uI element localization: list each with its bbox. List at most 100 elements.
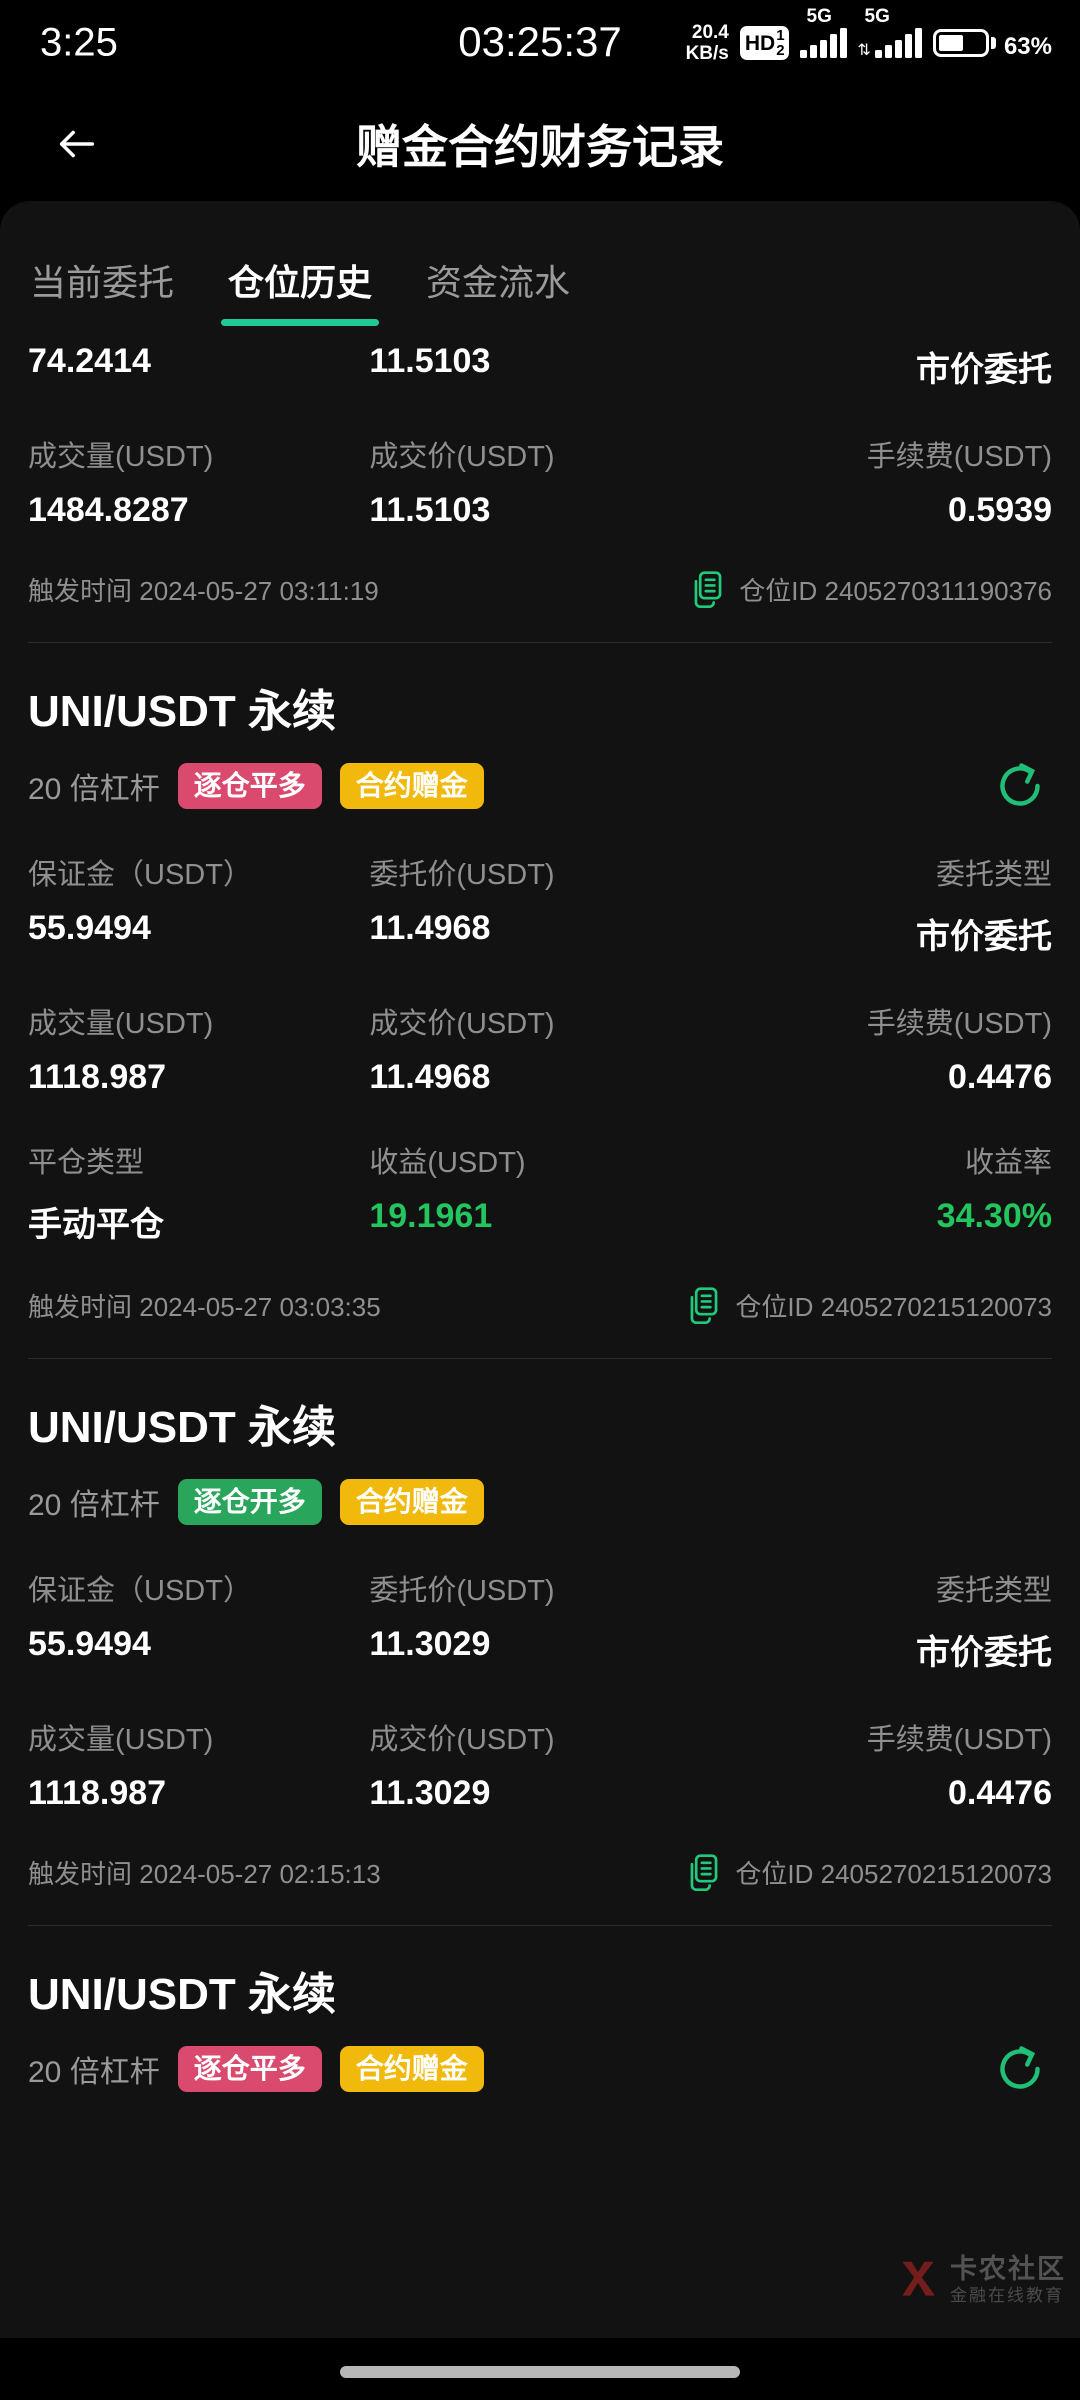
record-label: 平仓类型 [28,1147,145,1179]
record-profit-rate: 34.30% [936,1197,1052,1235]
record-label: 委托类型 [935,1575,1052,1607]
record-value: 0.4476 [948,1058,1052,1096]
record-label: 成交量(USDT) [28,441,214,473]
record-label: 手续费(USDT) [866,441,1052,473]
battery-percent-text: 63% [1003,32,1052,60]
trigger-time-value: 2024-05-27 02:15:13 [139,1858,381,1889]
watermark: 卡农社区 金融在线教育 [892,2254,1066,2306]
tab-current-orders-label: 当前委托 [30,262,175,303]
status-bar-icons: 20.4 KB/s HD 1 2 5G 5G ⇅ 63% [685,6,1052,64]
record-label: 成交价(USDT) [369,441,555,473]
record-value: 0.4476 [948,1774,1052,1812]
record-value: 74.2414 [28,342,151,380]
position-id-value: 2405270311190376 [824,575,1053,606]
position-record[interactable]: UNI/USDT 永续 20 倍杠杆 逐仓平多 合约赠金 [0,1926,1080,2092]
copy-icon[interactable] [691,570,725,608]
record-row-1: 保证金（USDT） 委托价(USDT) 委托类型 55.9494 11.3029… [28,1525,1052,1674]
network-type-label-2: 5G [864,6,890,27]
hd-sim-top: 1 [776,27,785,44]
record-value: 1118.987 [28,1774,167,1812]
record-value: 11.4968 [369,909,491,947]
trigger-time: 触发时间 2024-05-27 02:15:13 [28,1854,381,1891]
record-symbol-row: UNI/USDT 永续 [28,1359,1052,1455]
trigger-time-value: 2024-05-27 03:03:35 [139,1291,381,1322]
position-record-partial[interactable]: 74.2414 11.5103 市价委托 成交量(USDT) 成交价(USDT)… [0,326,1080,642]
record-value: 1484.8287 [28,491,189,529]
battery-cap [990,37,996,49]
tab-bar: 当前委托 仓位历史 资金流水 [0,201,1080,326]
copy-icon[interactable] [687,1853,721,1891]
position-id-group[interactable]: 仓位ID 2405270215120073 [687,1853,1052,1891]
record-label: 委托价(USDT) [369,859,555,891]
watermark-logo-icon [902,2261,935,2296]
trigger-time-label: 触发时间 [28,1291,133,1322]
record-symbol: UNI/USDT 永续 [28,1403,336,1452]
watermark-text: 卡农社区 金融在线教育 [950,2255,1066,2305]
content-sheet: 当前委托 仓位历史 资金流水 74.2414 11.5103 市价委托 成交量(… [0,201,1080,2400]
page-title: 赠金合约财务记录 [356,120,724,173]
record-value: 手动平仓 [28,1206,164,1244]
status-bar: 3:25 03:25:37 20.4 KB/s HD 1 2 5G 5G ⇅ 6… [0,0,1080,86]
record-list[interactable]: 74.2414 11.5103 市价委托 成交量(USDT) 成交价(USDT)… [0,326,1080,2092]
record-profit-value: 19.1961 [369,1197,493,1235]
record-label: 委托类型 [935,859,1052,891]
copy-icon[interactable] [687,1286,721,1324]
position-id-label: 仓位ID [735,1858,814,1889]
record-value: 市价委托 [916,918,1052,956]
record-value: 市价委托 [916,1634,1052,1672]
tab-active-underline [221,319,380,326]
record-row-2: 成交量(USDT) 成交价(USDT) 手续费(USDT) 1118.987 1… [28,958,1052,1097]
hd-voice-icon: HD 1 2 [739,26,789,60]
tab-fund-flow[interactable]: 资金流水 [426,254,570,326]
record-label: 成交价(USDT) [369,1724,555,1756]
record-label: 手续费(USDT) [866,1724,1052,1756]
network-type-label-1: 5G [806,6,832,27]
data-transfer-icon: ⇅ [857,42,871,59]
battery-fill [938,35,964,51]
position-record[interactable]: UNI/USDT 永续 20 倍杠杆 逐仓开多 合约赠金 保证金（USDT） 委… [0,1359,1080,1925]
position-id-group[interactable]: 仓位ID 2405270311190376 [691,570,1052,608]
leverage-label: 20 倍杠杆 [28,773,160,806]
refresh-icon[interactable] [992,758,1048,814]
trigger-time-label: 触发时间 [28,575,133,606]
hd-label: HD [744,31,776,55]
record-footer: 触发时间 2024-05-27 02:15:13 仓位ID 2405270215… [28,1813,1052,1925]
tab-fund-flow-label: 资金流水 [426,262,571,303]
position-id-group[interactable]: 仓位ID 2405270215120073 [687,1286,1052,1324]
position-id-value: 2405270215120073 [820,1858,1052,1889]
record-value: 11.5103 [369,491,491,529]
refresh-icon[interactable] [992,2041,1048,2097]
record-row-1: 保证金（USDT） 委托价(USDT) 委托类型 55.9494 11.4968… [28,809,1052,958]
position-id-value: 2405270215120073 [820,1291,1052,1322]
record-row-3: 平仓类型 收益(USDT) 收益率 手动平仓 19.1961 34.30% [28,1097,1052,1246]
record-label: 成交价(USDT) [369,1008,555,1040]
record-value: 市价委托 [916,351,1052,389]
record-meta-row: 20 倍杠杆 逐仓开多 合约赠金 [28,1479,1052,1525]
record-symbol-row: UNI/USDT 永续 [28,643,1052,739]
record-meta-row: 20 倍杠杆 逐仓平多 合约赠金 [28,763,1052,809]
network-speed-unit: KB/s [685,43,729,64]
position-record[interactable]: UNI/USDT 永续 20 倍杠杆 逐仓平多 合约赠金 保证金（USDT） 委… [0,643,1080,1358]
record-symbol-row: UNI/USDT 永续 [28,1926,1052,2022]
tab-position-history[interactable]: 仓位历史 [221,254,380,326]
record-value: 11.5103 [369,342,491,380]
trigger-time-label: 触发时间 [28,1858,133,1889]
watermark-title: 卡农社区 [950,2253,1066,2284]
signal-sim1: 5G [799,6,847,58]
record-value: 0.5939 [948,491,1052,529]
record-label: 成交量(USDT) [28,1008,214,1040]
record-label: 成交量(USDT) [28,1724,214,1756]
side-badge: 逐仓平多 [177,2046,322,2092]
hd-sim-slots: 1 2 [776,28,784,58]
record-label: 收益(USDT) [369,1147,526,1179]
battery-body [932,29,989,57]
record-meta-row: 20 倍杠杆 逐仓平多 合约赠金 [28,2046,1052,2092]
tab-current-orders[interactable]: 当前委托 [30,254,174,326]
record-value: 11.3029 [369,1625,491,1663]
trigger-time: 触发时间 2024-05-27 03:11:19 [28,571,379,608]
home-indicator[interactable] [340,2366,740,2378]
record-label: 保证金（USDT） [28,859,252,891]
back-button[interactable] [42,109,112,179]
bonus-badge: 合约赠金 [339,2046,484,2092]
record-value: 1118.987 [28,1058,167,1096]
